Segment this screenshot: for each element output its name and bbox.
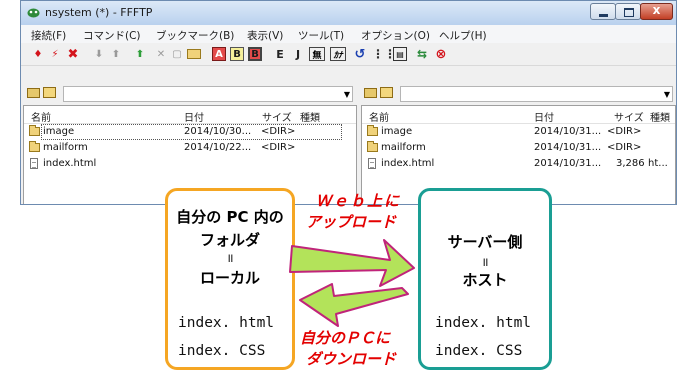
download-label-line2: ダウンロード [306,350,397,368]
upload-arrow [289,239,415,287]
upload-label-line2: アップロード [306,213,397,231]
download-label-line1: 自分のＰＣに [300,329,391,347]
upload-label-line1: Ｗｅｂ上に [316,192,402,210]
download-arrow [299,283,409,327]
